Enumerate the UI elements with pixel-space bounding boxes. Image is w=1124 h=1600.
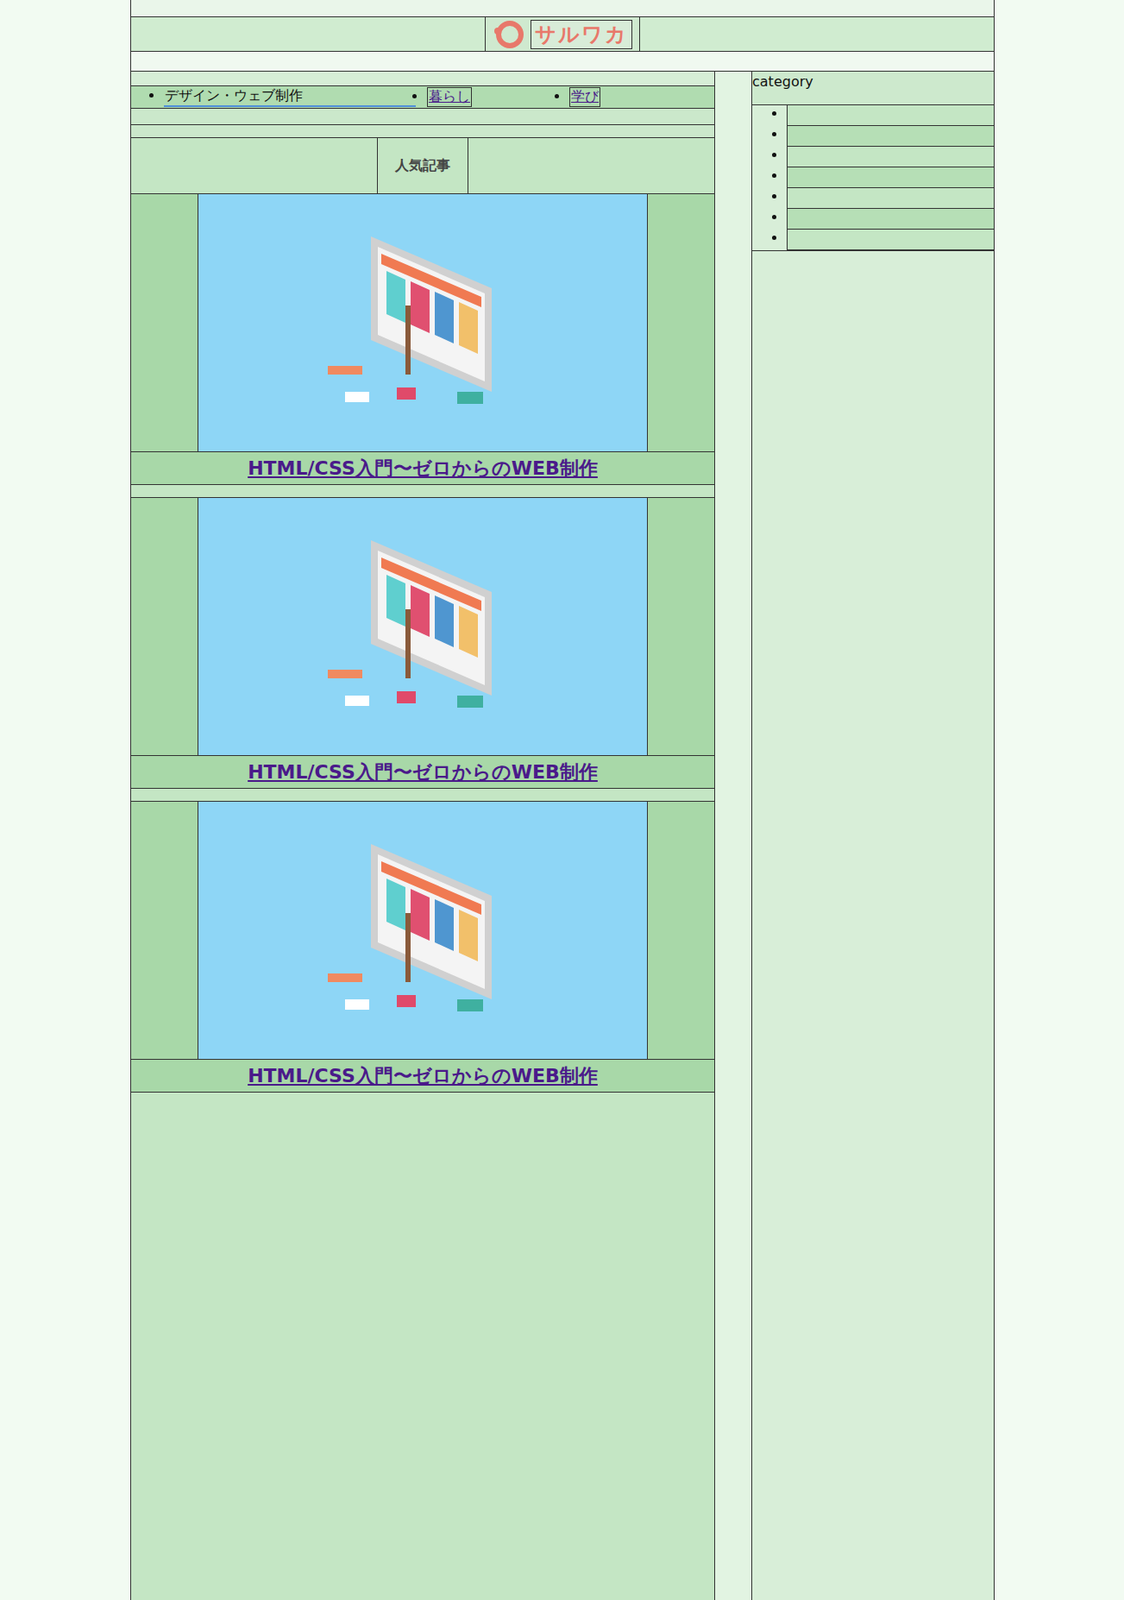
card-gap	[131, 788, 715, 802]
thumbnail[interactable]	[197, 194, 648, 452]
monkey-face-icon	[492, 18, 528, 51]
article-card[interactable]: HTML/CSS入門〜ゼロからのWEB制作	[131, 801, 715, 1093]
category-item[interactable]	[786, 125, 994, 147]
thumbnail[interactable]	[197, 497, 648, 755]
nav-link[interactable]: 暮らし	[426, 87, 472, 107]
sidebar-heading: category	[752, 71, 994, 106]
logo-text: サルワカ	[530, 19, 633, 50]
monitor-illustration-icon	[319, 227, 527, 418]
category-link[interactable]	[787, 146, 994, 168]
category-link[interactable]	[787, 229, 994, 251]
content: デザイン・ウェブ制作暮らし 学び人気記事 HTML/CSS入門〜ゼロからのWEB制作…	[131, 71, 994, 1600]
header-bottom	[131, 51, 994, 72]
site: サルワカデザイン・ウェブ制作暮らし 学び人気記事 HTML/CSS入門〜ゼロからのW…	[130, 0, 995, 1600]
card-gap	[131, 484, 715, 498]
category-link[interactable]	[787, 167, 994, 189]
spacer	[131, 108, 715, 126]
category-item[interactable]	[786, 167, 994, 189]
category-link[interactable]	[787, 188, 994, 209]
nav-link[interactable]: デザイン・ウェブ制作	[163, 87, 416, 107]
category-item[interactable]	[786, 188, 994, 209]
nav-item[interactable]: デザイン・ウェブ制作	[163, 87, 427, 107]
heading-box: 人気記事	[376, 138, 469, 194]
category-item[interactable]	[786, 229, 994, 251]
thumbnail-row	[131, 194, 715, 453]
monitor-illustration-icon	[319, 531, 527, 722]
article-card[interactable]: HTML/CSS入門〜ゼロからのWEB制作	[131, 194, 715, 485]
thumbnail[interactable]	[197, 801, 648, 1059]
category-item[interactable]	[786, 105, 994, 126]
main-column: デザイン・ウェブ制作暮らし 学び人気記事 HTML/CSS入門〜ゼロからのWEB制作…	[131, 71, 716, 1600]
header-top	[131, 0, 994, 18]
thumbnail-row	[131, 801, 715, 1060]
nav-link[interactable]: 学び	[569, 87, 601, 107]
category-item[interactable]	[786, 146, 994, 168]
article-card[interactable]: HTML/CSS入門〜ゼロからのWEB制作	[131, 497, 715, 789]
thumbnail-row	[131, 497, 715, 756]
main-fill	[131, 1092, 715, 1600]
gutter	[715, 71, 753, 1600]
section-heading: 人気記事	[131, 138, 715, 195]
nav-item[interactable]: 学び	[569, 87, 601, 107]
article-title[interactable]: HTML/CSS入門〜ゼロからのWEB制作	[247, 455, 598, 482]
category-nav: デザイン・ウェブ制作暮らし 学び	[131, 86, 715, 109]
category-link[interactable]	[787, 125, 994, 147]
nav-item[interactable]: 暮らし	[426, 87, 570, 107]
article-title-row: HTML/CSS入門〜ゼロからのWEB制作	[131, 755, 715, 789]
category-item[interactable]	[786, 208, 994, 230]
category-link[interactable]	[787, 208, 994, 230]
page: サルワカデザイン・ウェブ制作暮らし 学び人気記事 HTML/CSS入門〜ゼロからのW…	[0, 0, 1124, 1600]
category-link[interactable]	[787, 105, 994, 126]
logo[interactable]: サルワカ	[484, 17, 641, 51]
sidebar-fill	[752, 251, 994, 1600]
monitor-illustration-icon	[319, 835, 527, 1025]
spacer	[131, 125, 715, 139]
sidebar: category	[752, 71, 994, 1600]
nav-top	[131, 71, 715, 87]
article-title[interactable]: HTML/CSS入門〜ゼロからのWEB制作	[247, 759, 598, 785]
article-title-row: HTML/CSS入門〜ゼロからのWEB制作	[131, 1059, 715, 1093]
article-title-row: HTML/CSS入門〜ゼロからのWEB制作	[131, 452, 715, 485]
category-list	[752, 105, 994, 252]
header: サルワカ	[131, 17, 994, 52]
article-title[interactable]: HTML/CSS入門〜ゼロからのWEB制作	[247, 1062, 598, 1089]
